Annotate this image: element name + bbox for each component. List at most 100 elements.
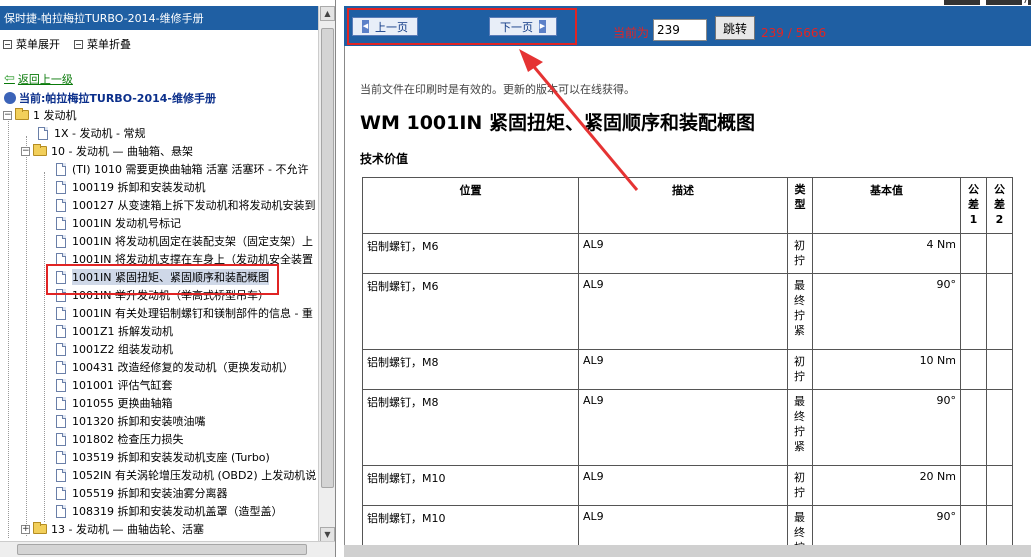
tree-item[interactable]: 101320 拆卸和安装喷油嘴 xyxy=(56,412,206,430)
tree-item-label: 1001IN 发动机号标记 xyxy=(72,217,181,230)
table-row: 铝制螺钉，M6 AL9 初拧 4 Nm xyxy=(362,233,1013,274)
document-title: WM 1001IN 紧固扭矩、紧固顺序和装配概图 xyxy=(360,112,755,134)
expand-all-icon xyxy=(3,39,12,49)
document-view: 当前文件在印刷时是有效的。更新的版本可以在线获得。 WM 1001IN 紧固扭矩… xyxy=(344,46,1031,557)
tree-item-label: 1001Z2 组装发动机 xyxy=(72,343,174,356)
tree-item-label: 1001IN 将发动机固定在装配支架（固定支架）上 xyxy=(72,235,313,248)
horizontal-scroll-thumb[interactable] xyxy=(17,544,307,555)
cell-position: 铝制螺钉，M6 xyxy=(362,233,579,274)
column-header-tolerance-1: 公差1 xyxy=(960,177,987,234)
tree-item[interactable]: 108319 拆卸和安装发动机盖罩（造型盖） xyxy=(56,502,283,520)
scroll-down-icon[interactable]: ▼ xyxy=(320,527,335,542)
back-up-link[interactable]: ⇦ 返回上一级 xyxy=(4,71,73,87)
page-number-input[interactable] xyxy=(653,19,708,41)
previous-page-button[interactable]: ◀ 上一页 xyxy=(352,17,418,36)
tree-folder[interactable]: − 1 发动机 xyxy=(3,106,77,124)
column-header-description: 描述 xyxy=(578,177,788,234)
next-page-label: 下一页 xyxy=(500,20,533,34)
document-icon xyxy=(38,126,48,140)
tree-item[interactable]: 103519 拆卸和安装发动机支座 (Turbo) xyxy=(56,448,270,466)
triangle-right-icon: ▶ xyxy=(539,20,546,33)
cell-tolerance xyxy=(986,465,1013,506)
tree-item[interactable]: 105519 拆卸和安装油雾分离器 xyxy=(56,484,228,502)
tree-item[interactable]: 1001IN 有关处理铝制螺钉和镁制部件的信息 - 重 xyxy=(56,304,313,322)
tree-item[interactable]: (TI) 1010 需要更换曲轴箱 活塞 活塞环 - 不允许 xyxy=(56,160,309,178)
tree-item-label: 10 - 发动机 — 曲轴箱、悬架 xyxy=(51,145,193,158)
cell-type-text: 初拧 xyxy=(794,355,805,383)
tree-vertical-scrollbar[interactable]: ▲ ▼ xyxy=(318,6,335,542)
tree-item-label: 13 - 发动机 — 曲轴齿轮、活塞 xyxy=(51,523,204,536)
goto-page-button[interactable]: 跳转 xyxy=(715,16,756,40)
tree-item[interactable]: 101802 检查压力损失 xyxy=(56,430,184,448)
tree-item[interactable]: 1001IN 将发动机固定在装配支架（固定支架）上 xyxy=(56,232,313,250)
document-icon xyxy=(56,450,66,464)
tree-folder[interactable]: − 10 - 发动机 — 曲轴箱、悬架 xyxy=(21,142,193,160)
tree-item[interactable]: 1001IN 紧固扭矩、紧固顺序和装配概图 xyxy=(56,268,269,286)
column-header-tolerance-2: 公差2 xyxy=(986,177,1013,234)
document-icon xyxy=(56,432,66,446)
cell-description: AL9 xyxy=(578,465,788,506)
tree-item[interactable]: 1001Z1 拆解发动机 xyxy=(56,322,173,340)
collapse-icon[interactable]: − xyxy=(21,146,30,156)
tree-item[interactable]: 1001IN 发动机号标记 xyxy=(56,214,181,232)
user-icon xyxy=(4,92,16,104)
tree-item-label: 1001IN 将发动机支撑在车身上（发动机安全装置 xyxy=(72,253,313,266)
cell-type: 初拧 xyxy=(787,233,813,274)
cell-tolerance xyxy=(986,233,1013,274)
cell-base-value: 10 Nm xyxy=(812,349,961,390)
tree-item-label: 101802 检查压力损失 xyxy=(72,433,184,446)
current-location: 当前:帕拉梅拉TURBO-2014-维修手册 xyxy=(4,90,216,106)
tree-item-label: 15 - 发动机 — 气缸盖、气门控制 xyxy=(51,539,215,540)
tree-item[interactable]: 100119 拆卸和安装发动机 xyxy=(56,178,206,196)
cell-type-text: 最终拧紧 xyxy=(794,395,805,453)
tree-item-label: 100119 拆卸和安装发动机 xyxy=(72,181,206,194)
cell-tolerance xyxy=(986,389,1013,466)
column-header-base-value: 基本值 xyxy=(812,177,961,234)
tree-item[interactable]: 100431 改造经修复的发动机（更换发动机） xyxy=(56,358,294,376)
column-header-tolerance-1-text: 公差1 xyxy=(968,183,979,226)
cell-position: 铝制螺钉，M10 xyxy=(362,465,579,506)
tree-item[interactable]: 101001 评估气缸套 xyxy=(56,376,173,394)
tree-item[interactable]: 101055 更换曲轴箱 xyxy=(56,394,173,412)
tree-item-label: 108319 拆卸和安装发动机盖罩（造型盖） xyxy=(72,505,283,518)
folder-icon xyxy=(33,144,47,156)
document-icon xyxy=(56,468,66,482)
expand-icon[interactable]: + xyxy=(21,524,30,534)
document-icon xyxy=(56,180,66,194)
cell-description: AL9 xyxy=(578,273,788,350)
expand-menu-button[interactable]: 菜单展开 xyxy=(3,37,60,51)
document-icon xyxy=(56,198,66,212)
manual-title-bar: 保时捷-帕拉梅拉TURBO-2014-维修手册 xyxy=(0,6,318,30)
collapse-icon[interactable]: − xyxy=(3,110,12,120)
vertical-scroll-thumb[interactable] xyxy=(321,28,334,488)
table-row: 铝制螺钉，M6 AL9 最终拧紧 90° xyxy=(362,273,1013,350)
tree-item[interactable]: 1001IN 举升发动机（举高式桥型吊车） xyxy=(56,286,269,304)
tree-folder[interactable]: +15 - 发动机 — 气缸盖、气门控制 xyxy=(21,538,215,540)
tree-item[interactable]: 1052IN 有关涡轮增压发动机 (OBD2) 上发动机说 xyxy=(56,466,316,484)
cell-description: AL9 xyxy=(578,389,788,466)
previous-page-label: 上一页 xyxy=(375,20,408,34)
document-icon xyxy=(56,486,66,500)
tree-folder[interactable]: +13 - 发动机 — 曲轴齿轮、活塞 xyxy=(21,520,204,538)
document-icon xyxy=(56,270,66,284)
scroll-up-icon[interactable]: ▲ xyxy=(320,6,335,21)
tree-item[interactable]: 1001IN 将发动机支撑在车身上（发动机安全装置 xyxy=(56,250,313,268)
document-icon xyxy=(56,360,66,374)
next-page-button[interactable]: 下一页 ▶ xyxy=(489,17,557,36)
tree-item-label: 103519 拆卸和安装发动机支座 (Turbo) xyxy=(72,451,270,464)
tree-item-label: 1001IN 举升发动机（举高式桥型吊车） xyxy=(72,289,269,302)
cell-type-text: 最终拧紧 xyxy=(794,279,805,337)
tree-item[interactable]: 1001Z2 组装发动机 xyxy=(56,340,173,358)
cell-tolerance xyxy=(986,349,1013,390)
document-icon xyxy=(56,288,66,302)
navigation-pane: 保时捷-帕拉梅拉TURBO-2014-维修手册 菜单展开 菜单折叠 ⇦ 返回上一… xyxy=(0,0,336,557)
menu-commands: 菜单展开 菜单折叠 xyxy=(3,37,131,51)
document-icon xyxy=(56,342,66,356)
tree-horizontal-scrollbar[interactable] xyxy=(0,541,335,557)
cell-tolerance xyxy=(960,389,987,466)
tree-item[interactable]: 100127 从变速箱上拆下发动机和将发动机安装到 xyxy=(56,196,316,214)
tree-item[interactable]: 1X - 发动机 - 常规 xyxy=(38,124,145,142)
folder-icon xyxy=(33,522,47,534)
back-up-label: 返回上一级 xyxy=(17,73,73,86)
collapse-menu-button[interactable]: 菜单折叠 xyxy=(74,37,131,51)
